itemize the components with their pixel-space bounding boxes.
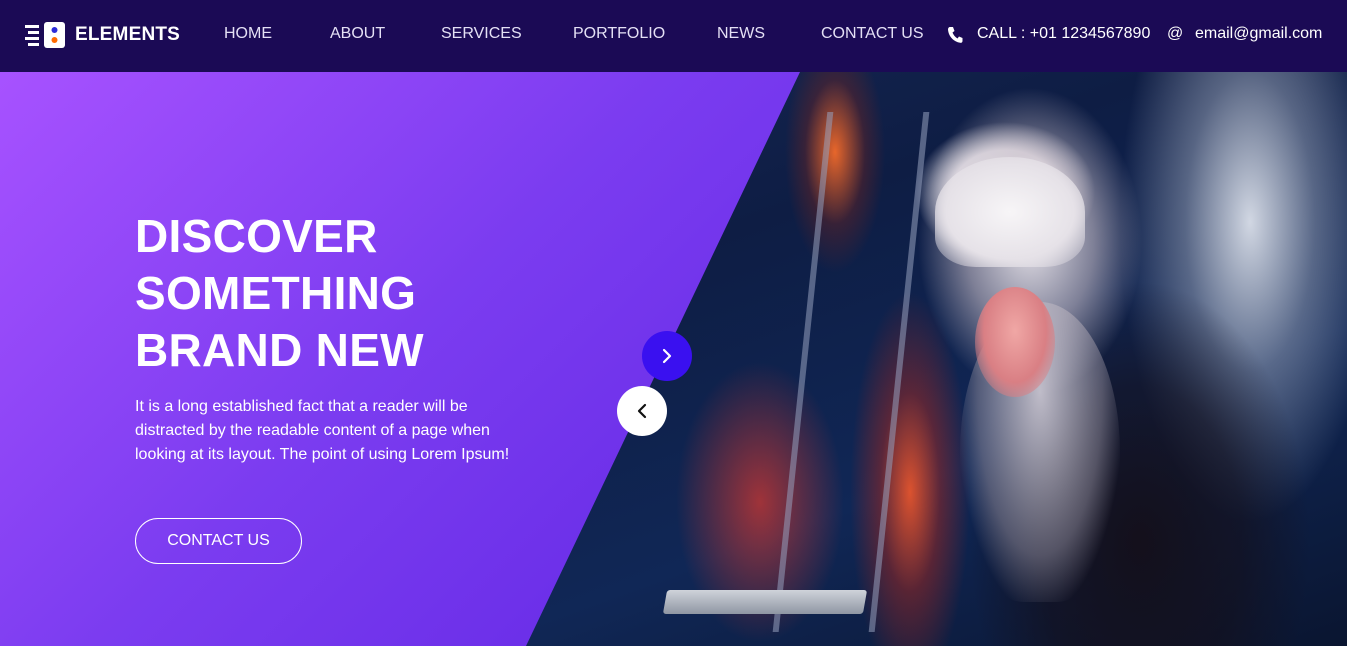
email-icon: @ [1167, 25, 1184, 42]
phone-icon [947, 26, 963, 49]
contact-us-button[interactable]: CONTACT US [135, 518, 302, 564]
top-navbar: ELEMENTS HOME ABOUT SERVICES PORTFOLIO N… [0, 0, 1347, 72]
phone-number[interactable]: CALL : +01 1234567890 [977, 25, 1150, 43]
hero-headline-line-2: SOMETHING [135, 267, 417, 319]
brand-name: ELEMENTS [75, 24, 181, 45]
nav-item-contact-us[interactable]: CONTACT US [821, 25, 924, 43]
chevron-left-icon [637, 403, 647, 419]
hero-headline: DISCOVER SOMETHING BRAND NEW [135, 208, 424, 379]
dj-cap [935, 157, 1085, 267]
nav-item-news[interactable]: NEWS [717, 25, 765, 43]
stage-rig [772, 112, 930, 632]
hero-banner: DISCOVER SOMETHING BRAND NEW It is a lon… [0, 72, 1347, 646]
hero-description: It is a long established fact that a rea… [135, 398, 510, 463]
nav-item-portfolio[interactable]: PORTFOLIO [573, 25, 665, 43]
dj-face [975, 287, 1055, 397]
slider-prev-button[interactable] [617, 386, 667, 436]
dj-laptop [662, 590, 868, 614]
nav-item-home[interactable]: HOME [224, 25, 272, 43]
logo-icon [25, 22, 65, 48]
hero-headline-line-3: BRAND NEW [135, 324, 424, 376]
chevron-right-icon [662, 348, 672, 364]
slider-next-button[interactable] [642, 331, 692, 381]
nav-item-services[interactable]: SERVICES [441, 25, 522, 43]
email-address[interactable]: email@gmail.com [1195, 25, 1322, 43]
hero-headline-line-1: DISCOVER [135, 210, 378, 262]
nav-item-about[interactable]: ABOUT [330, 25, 385, 43]
brand-logo[interactable]: ELEMENTS [25, 22, 180, 48]
